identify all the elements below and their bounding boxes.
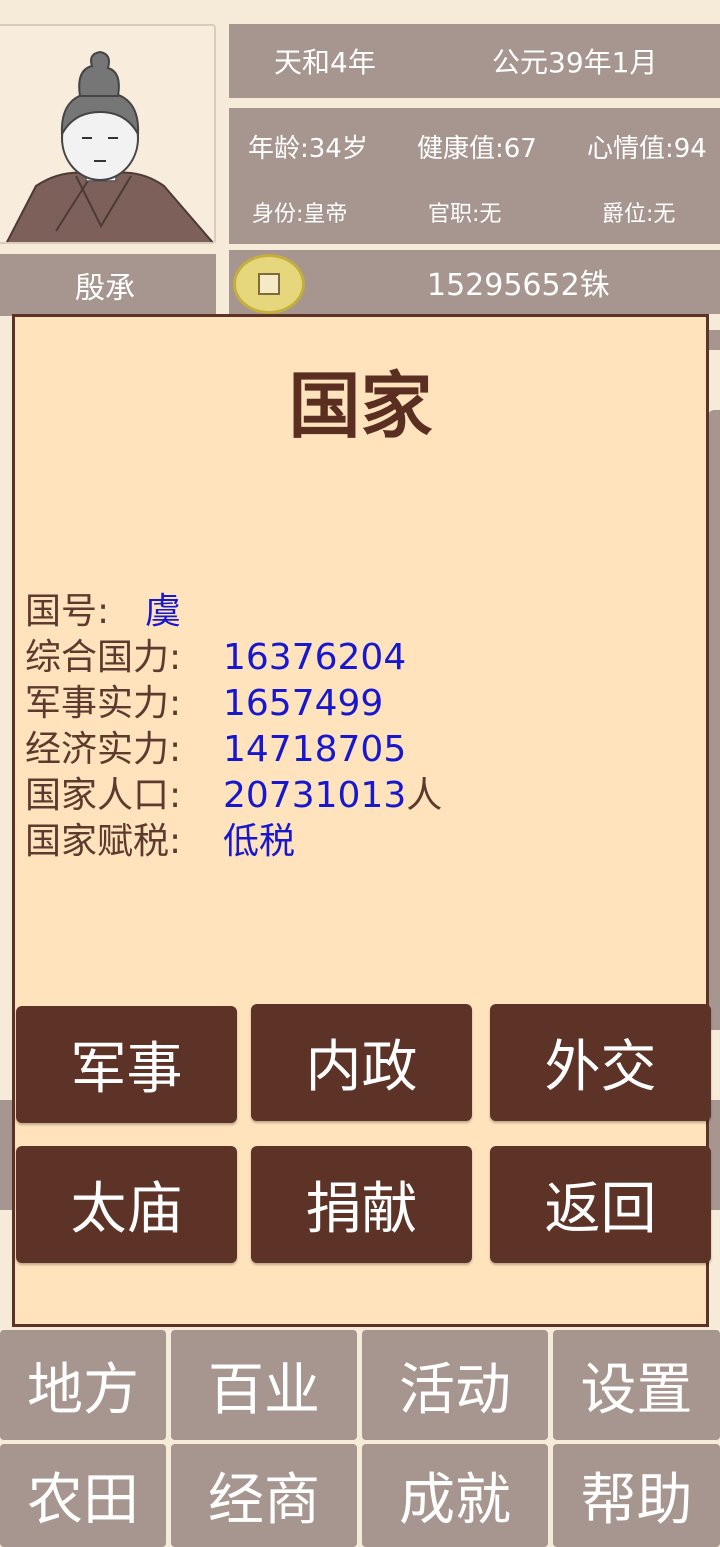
date-panel: 天和4年 公元39年1月 (229, 24, 720, 98)
health-stat: 健康值:67 (417, 134, 537, 164)
player-name-label: 殷承 (75, 271, 135, 306)
background-strip (0, 1100, 12, 1210)
player-name[interactable]: 殷承 (0, 254, 216, 316)
nav-help[interactable]: 帮助 (553, 1444, 720, 1547)
nav-local[interactable]: 地方 (0, 1330, 166, 1440)
internal-affairs-button[interactable]: 内政 (251, 1004, 472, 1121)
info-value: 20731013 (223, 775, 407, 816)
background-strip (708, 410, 720, 1030)
info-row-military-power: 军事实力: 1657499 (25, 681, 442, 727)
info-label: 国号: (25, 591, 110, 632)
country-dialog: 国家 国号: 虞 综合国力: 16376204 军事实力: 1657499 经济… (12, 314, 711, 1327)
info-row-population: 国家人口: 20731013 人 (25, 773, 442, 819)
money-panel: 15295652铢 (229, 250, 720, 314)
player-portrait[interactable] (0, 24, 216, 244)
return-button[interactable]: 返回 (490, 1146, 711, 1263)
nav-trade[interactable]: 经商 (171, 1444, 357, 1547)
nav-activities[interactable]: 活动 (362, 1330, 548, 1440)
country-info: 国号: 虞 综合国力: 16376204 军事实力: 1657499 经济实力:… (25, 589, 442, 865)
info-row-taxation: 国家赋税: 低税 (25, 819, 442, 865)
money-value: 15295652铢 (427, 268, 610, 303)
nav-settings[interactable]: 设置 (553, 1330, 720, 1440)
title-stat: 爵位:无 (602, 202, 676, 227)
info-value: 16376204 (223, 637, 407, 678)
info-label: 经济实力: (25, 729, 182, 770)
nav-farmland[interactable]: 农田 (0, 1444, 166, 1547)
emperor-portrait-icon (5, 50, 214, 242)
identity-stat: 身份:皇帝 (252, 202, 348, 227)
age-stat: 年龄:34岁 (248, 134, 368, 164)
info-label: 国家人口: (25, 775, 182, 816)
info-value: 虞 (145, 591, 182, 632)
info-unit: 人 (406, 775, 443, 816)
donate-button[interactable]: 捐献 (251, 1146, 472, 1263)
nav-industries[interactable]: 百业 (171, 1330, 357, 1440)
dialog-title: 国家 (288, 364, 433, 448)
info-label: 国家赋税: (25, 821, 182, 862)
gregorian-date: 公元39年1月 (492, 46, 658, 79)
stats-panel: 年龄:34岁 健康值:67 心情值:94 身份:皇帝 官职:无 爵位:无 (229, 108, 720, 244)
military-button[interactable]: 军事 (16, 1006, 237, 1123)
diplomacy-button[interactable]: 外交 (490, 1004, 711, 1121)
mood-stat: 心情值:94 (587, 134, 707, 164)
background-strip (708, 330, 720, 350)
ancestral-temple-button[interactable]: 太庙 (16, 1146, 237, 1263)
info-value: 低税 (223, 821, 296, 862)
info-label: 综合国力: (25, 637, 182, 678)
reign-date: 天和4年 (274, 46, 376, 79)
info-row-national-power: 综合国力: 16376204 (25, 635, 442, 681)
coin-icon (233, 254, 305, 314)
info-value: 14718705 (223, 729, 407, 770)
info-value: 1657499 (223, 683, 384, 724)
info-row-country-name: 国号: 虞 (25, 589, 442, 635)
nav-achievements[interactable]: 成就 (362, 1444, 548, 1547)
office-stat: 官职:无 (428, 202, 502, 227)
info-label: 军事实力: (25, 683, 182, 724)
info-row-economic-power: 经济实力: 14718705 (25, 727, 442, 773)
